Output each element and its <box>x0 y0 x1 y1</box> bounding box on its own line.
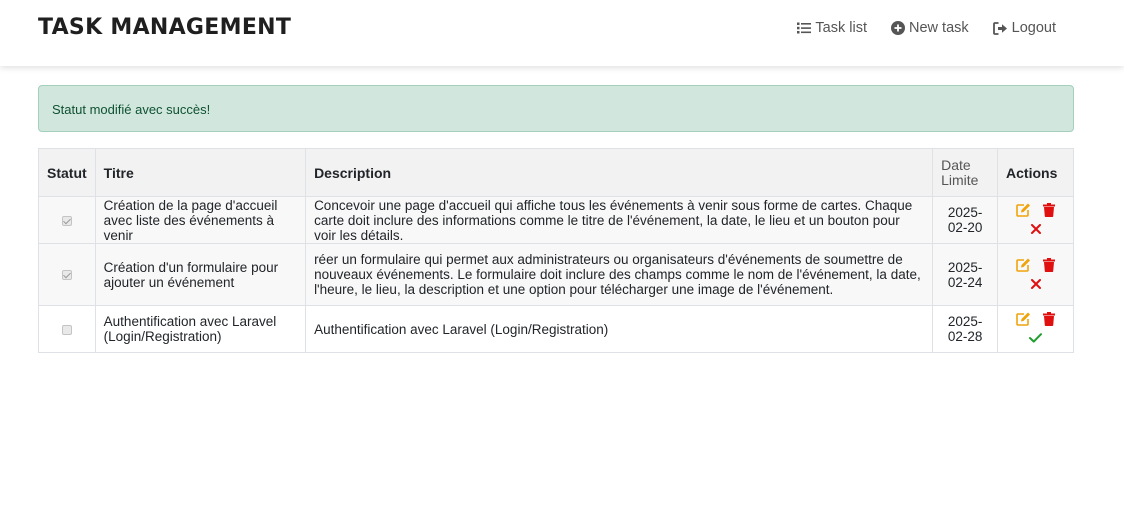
status-checkbox[interactable] <box>61 324 72 335</box>
status-checkbox[interactable] <box>61 270 72 281</box>
edit-icon[interactable] <box>1016 203 1031 220</box>
close-icon[interactable] <box>1030 222 1041 237</box>
nav-new-task-label: New task <box>909 20 969 36</box>
brand-title[interactable]: TASK MANAGEMENT <box>38 15 291 40</box>
header-status: Statut <box>38 148 96 197</box>
plus-circle-icon <box>891 21 905 35</box>
nav-task-list-label: Task list <box>815 20 867 36</box>
title-cell: Authentification avec Laravel (Login/Reg… <box>94 305 307 353</box>
trash-icon[interactable] <box>1043 257 1056 275</box>
status-cell <box>38 196 96 244</box>
nav-logout-link[interactable]: Logout <box>992 20 1056 36</box>
table-header-row: Statut Titre Description Date Limite Act… <box>38 148 1074 197</box>
header-deadline: Date Limite <box>932 148 999 197</box>
title-cell: Création d'un formulaire pour ajouter un… <box>94 243 307 306</box>
trash-icon[interactable] <box>1043 203 1056 220</box>
header-description: Description <box>305 148 934 197</box>
deadline-cell: 2025- 02-20 <box>932 196 999 244</box>
edit-icon[interactable] <box>1016 258 1031 275</box>
header-deadline-line2: Limite <box>941 171 979 188</box>
header-deadline-line1: Date <box>941 156 971 173</box>
alert-message: Statut modifié avec succès! <box>52 102 211 117</box>
list-icon <box>797 22 812 34</box>
description-cell: Authentification avec Laravel (Login/Reg… <box>305 305 934 353</box>
deadline-monthday: 02-24 <box>947 274 983 290</box>
header-actions: Actions <box>997 148 1074 197</box>
table-row: Authentification avec Laravel (Login/Reg… <box>38 305 1074 353</box>
table-row: Création d'un formulaire pour ajouter un… <box>38 243 1074 306</box>
trash-icon[interactable] <box>1043 312 1056 329</box>
actions-cell <box>997 196 1074 244</box>
nav-logout-label: Logout <box>1011 20 1056 36</box>
tasks-table: Statut Titre Description Date Limite Act… <box>38 148 1074 353</box>
status-cell <box>38 243 96 306</box>
status-cell <box>38 305 96 353</box>
nav-task-list-link[interactable]: Task list <box>797 20 867 36</box>
deadline-cell: 2025- 02-28 <box>932 305 999 353</box>
success-alert: Statut modifié avec succès! <box>38 85 1074 132</box>
deadline-year: 2025- <box>947 259 983 275</box>
nav-new-task-link[interactable]: New task <box>891 20 969 36</box>
description-cell: réer un formulaire qui permet aux admini… <box>305 243 934 306</box>
deadline-monthday: 02-20 <box>947 220 983 235</box>
check-icon[interactable] <box>1029 331 1043 346</box>
navbar: TASK MANAGEMENT Task list New task Logou… <box>0 0 1124 66</box>
sign-out-icon <box>992 21 1008 35</box>
actions-cell <box>997 243 1074 306</box>
deadline-cell: 2025- 02-24 <box>932 243 999 306</box>
nav-links: Task list New task Logout <box>797 20 1056 36</box>
header-title: Titre <box>94 148 307 197</box>
table-row: Création de la page d'accueil avec liste… <box>38 196 1074 244</box>
status-checkbox[interactable] <box>61 215 72 226</box>
edit-icon[interactable] <box>1016 312 1031 329</box>
description-cell: Concevoir une page d'accueil qui affiche… <box>305 196 934 244</box>
actions-cell <box>997 305 1074 353</box>
title-cell: Création de la page d'accueil avec liste… <box>94 196 307 244</box>
deadline-year: 2025- <box>947 314 983 329</box>
close-icon[interactable] <box>1030 277 1041 292</box>
deadline-year: 2025- <box>947 205 983 220</box>
deadline-monthday: 02-28 <box>947 329 983 344</box>
